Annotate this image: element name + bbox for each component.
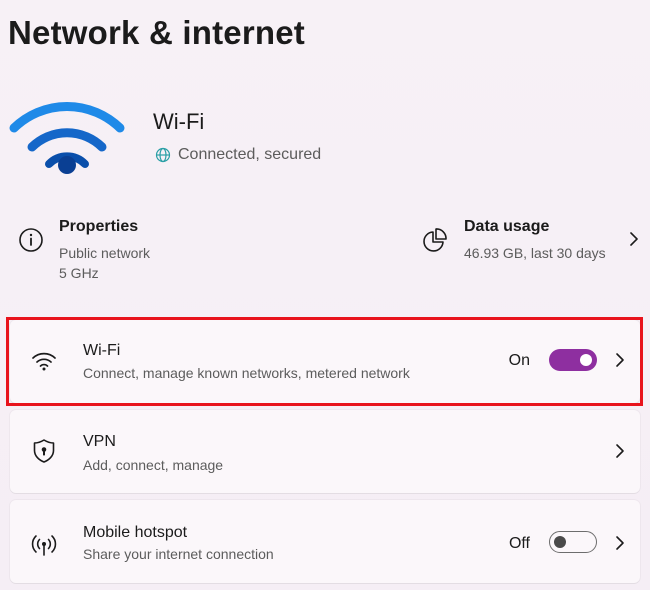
wifi-icon [31,348,57,374]
shield-icon [31,438,57,464]
data-usage-detail: 46.93 GB, last 30 days [464,245,606,261]
wifi-row-title: Wi-Fi [83,342,121,359]
chevron-right-icon [616,536,624,550]
info-icon [19,228,43,252]
toggle-knob [554,536,566,548]
vpn-row-title: VPN [83,433,116,450]
hotspot-icon [31,532,57,558]
chevron-right-icon [630,232,638,246]
data-usage-link[interactable]: Data usage 46.93 GB, last 30 days [410,210,650,270]
vpn-settings-row[interactable]: VPN Add, connect, manage [10,410,640,493]
properties-link[interactable]: Properties Public network 5 GHz [0,210,330,290]
network-profile: Public network [59,245,151,261]
network-name: Wi-Fi [153,109,205,134]
globe-icon [155,147,171,163]
mobile-hotspot-row[interactable]: Mobile hotspot Share your internet conne… [10,500,640,583]
data-usage-title: Data usage [464,218,550,235]
hotspot-row-title: Mobile hotspot [83,524,188,541]
properties-title: Properties [59,218,139,235]
chevron-right-icon [616,353,624,367]
toggle-knob [580,354,592,366]
network-band: 5 GHz [59,265,99,281]
hotspot-state-label: Off [508,535,530,552]
wifi-settings-row[interactable]: Wi-Fi Connect, manage known networks, me… [10,320,640,403]
hotspot-toggle[interactable] [549,531,597,553]
wifi-state-label: On [508,352,530,369]
hotspot-row-subtitle: Share your internet connection [83,546,274,562]
wifi-row-subtitle: Connect, manage known networks, metered … [83,365,410,381]
chevron-right-icon [616,444,624,458]
connection-status: Connected, secured [155,146,321,164]
page-title: Network & internet [8,14,305,51]
vpn-row-subtitle: Add, connect, manage [83,457,224,473]
wifi-toggle[interactable] [549,349,597,371]
pie-chart-icon [423,228,447,252]
wifi-hero-icon [9,102,125,174]
connection-status-text: Connected, secured [178,146,322,163]
